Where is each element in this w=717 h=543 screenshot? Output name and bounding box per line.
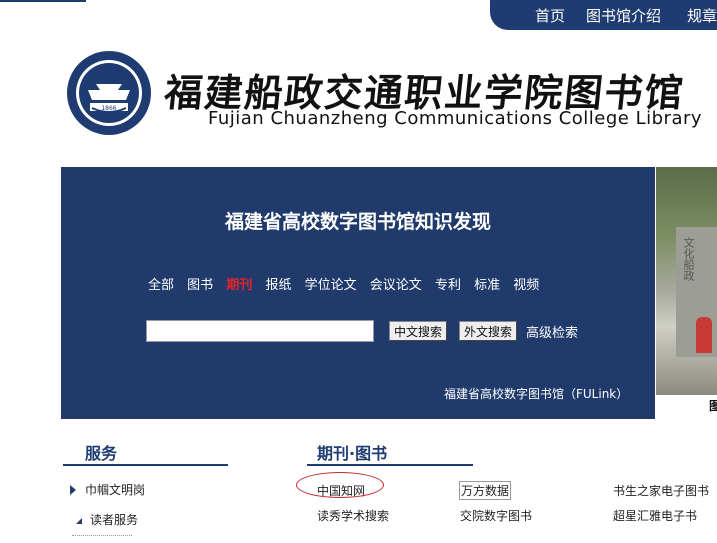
expanded-icon [70, 518, 82, 524]
advanced-search-link[interactable]: 高级检索 [526, 322, 578, 341]
tab-journals[interactable]: 期刊 [226, 278, 252, 293]
highlight-circle [296, 472, 384, 498]
search-input[interactable] [146, 320, 374, 342]
person-figure [696, 317, 712, 353]
search-panel: 福建省高校数字图书馆知识发现 全部 图书 期刊 报纸 学位论文 会议论文 专利 … [61, 167, 655, 419]
service-item-2[interactable]: 读者服务 [70, 511, 138, 528]
nav-regulations[interactable]: 规章 [687, 5, 717, 26]
category-tabs: 全部 图书 期刊 报纸 学位论文 会议论文 专利 标准 视频 [148, 274, 548, 293]
tab-books[interactable]: 图书 [187, 278, 213, 293]
panel-title: 福建省高校数字图书馆知识发现 [224, 211, 491, 233]
foreign-search-button[interactable]: 外文搜索 [459, 321, 518, 341]
service-item-1[interactable]: 巾帼文明岗 [70, 481, 145, 498]
expand-right-icon [70, 485, 76, 495]
logo-year: 1866 [101, 105, 116, 112]
library-title-en: Fujian Chuanzheng Communications College… [208, 108, 703, 129]
journals-underline [307, 464, 473, 466]
divider [72, 535, 132, 538]
tab-standards[interactable]: 标准 [474, 278, 500, 293]
resource-shusheng[interactable]: 书生之家电子图书 [613, 482, 709, 499]
resource-duxiu[interactable]: 读秀学术搜索 [317, 507, 389, 524]
nav-library-intro[interactable]: 图书馆介绍 [586, 5, 661, 26]
college-logo: 1866 [66, 50, 152, 136]
photo-caption: 图 [709, 399, 717, 413]
tab-theses[interactable]: 学位论文 [305, 278, 357, 293]
tab-all[interactable]: 全部 [148, 278, 174, 293]
top-border [0, 0, 86, 2]
resource-chaoxing[interactable]: 超星汇雅电子书 [613, 507, 697, 524]
top-nav: 首页 图书馆介绍 规章 [490, 0, 717, 30]
stone-text: 文化船政 [682, 237, 695, 281]
tab-videos[interactable]: 视频 [513, 278, 539, 293]
service-item-label: 巾帼文明岗 [85, 483, 146, 497]
service-item-label: 读者服务 [90, 513, 139, 527]
resource-wanfang[interactable]: 万方数据 [459, 481, 512, 500]
cn-search-button[interactable]: 中文搜索 [389, 321, 448, 341]
services-title: 服务 [85, 444, 118, 463]
resource-jiaoyuan[interactable]: 交院数字图书 [460, 507, 532, 524]
services-underline [63, 464, 228, 466]
fulink-link[interactable]: 福建省高校数字图书馆（FULink） [444, 385, 628, 402]
tab-conference-papers[interactable]: 会议论文 [370, 278, 422, 293]
tab-newspapers[interactable]: 报纸 [265, 278, 291, 293]
tab-patents[interactable]: 专利 [435, 278, 461, 293]
nav-home[interactable]: 首页 [535, 5, 565, 26]
journals-title: 期刊·图书 [317, 444, 388, 463]
campus-photo: 文化船政 [656, 167, 717, 395]
